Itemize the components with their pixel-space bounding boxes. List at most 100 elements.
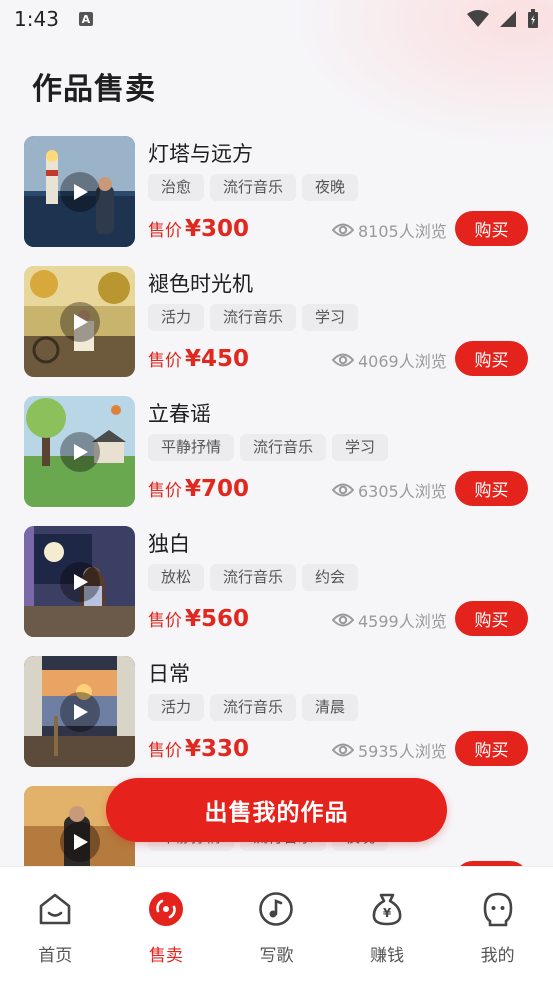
- tag: 活力: [148, 694, 205, 721]
- view-count: 4599人浏览: [332, 608, 447, 632]
- tag: 平静抒情: [148, 434, 235, 461]
- play-icon: [74, 833, 88, 850]
- eye-icon: [332, 483, 354, 497]
- view-count: 6305人浏览: [332, 478, 447, 502]
- list-item[interactable]: 灯塔与远方 治愈 流行音乐 夜晚 售价 ¥300 8105人浏览 购买: [0, 130, 553, 260]
- play-button[interactable]: [59, 691, 100, 732]
- tab-label: 我的: [480, 946, 515, 966]
- tab-label: 写歌: [259, 946, 294, 966]
- tab-home[interactable]: 首页: [0, 867, 111, 985]
- view-count-text: 6305人浏览: [358, 482, 447, 501]
- price-value: ¥700: [185, 476, 250, 502]
- notification-a-icon: A: [78, 12, 93, 26]
- view-count: 4069人浏览: [332, 348, 447, 372]
- tag: 流行音乐: [210, 174, 297, 201]
- play-icon: [74, 573, 88, 590]
- price-label: 售价: [148, 481, 182, 501]
- play-icon: [74, 443, 88, 460]
- cover-thumbnail[interactable]: [24, 526, 135, 637]
- item-title: 独白: [148, 532, 190, 556]
- tag-list: 治愈 流行音乐 夜晚: [148, 174, 359, 201]
- tag: 流行音乐: [210, 564, 297, 591]
- price-label: 售价: [148, 351, 182, 371]
- price: 售价 ¥560: [148, 606, 249, 632]
- price-value: ¥450: [185, 346, 250, 372]
- price: 售价 ¥330: [148, 736, 249, 762]
- play-button[interactable]: [59, 821, 100, 862]
- tag-list: 活力 流行音乐 学习: [148, 304, 359, 331]
- tab-profile[interactable]: 我的: [442, 867, 553, 985]
- eye-icon: [332, 613, 354, 627]
- tab-earn[interactable]: ¥ 赚钱: [332, 867, 443, 985]
- page-title: 作品售卖: [32, 72, 156, 107]
- tag: 约会: [302, 564, 359, 591]
- tag: 流行音乐: [240, 434, 327, 461]
- price: 售价 ¥450: [148, 346, 249, 372]
- play-button[interactable]: [59, 431, 100, 472]
- buy-button[interactable]: 购买: [455, 601, 528, 636]
- tag: 活力: [148, 304, 205, 331]
- eye-icon: [332, 353, 354, 367]
- view-count: 8105人浏览: [332, 218, 447, 242]
- price-label: 售价: [148, 611, 182, 631]
- money-bag-icon: ¥: [369, 891, 405, 927]
- buy-button[interactable]: 购买: [455, 341, 528, 376]
- price: 售价 ¥700: [148, 476, 249, 502]
- view-count-text: 8105人浏览: [358, 222, 447, 241]
- home-icon: [37, 891, 73, 927]
- item-title: 日常: [148, 662, 190, 686]
- tag: 清晨: [302, 694, 359, 721]
- play-button[interactable]: [59, 561, 100, 602]
- play-icon: [74, 183, 88, 200]
- buy-button[interactable]: 购买: [455, 471, 528, 506]
- music-note-icon: [258, 891, 294, 927]
- status-time: 1:43: [14, 7, 59, 31]
- play-button[interactable]: [59, 301, 100, 342]
- svg-text:¥: ¥: [383, 906, 392, 920]
- play-icon: [74, 313, 88, 330]
- play-icon: [74, 703, 88, 720]
- tab-label: 售卖: [148, 946, 183, 966]
- list-item[interactable]: 独白 放松 流行音乐 约会 售价 ¥560 4599人浏览 购买: [0, 520, 553, 650]
- battery-icon: [528, 9, 538, 28]
- view-count-text: 4069人浏览: [358, 352, 447, 371]
- tag: 夜晚: [302, 174, 359, 201]
- price: 售价 ¥300: [148, 216, 249, 242]
- tab-sell[interactable]: 售卖: [111, 867, 222, 985]
- cover-thumbnail[interactable]: [24, 266, 135, 377]
- buy-button[interactable]: 购买: [455, 211, 528, 246]
- cover-thumbnail[interactable]: [24, 656, 135, 767]
- item-title: 灯塔与远方: [148, 142, 253, 166]
- tag-list: 平静抒情 流行音乐 学习: [148, 434, 389, 461]
- tab-label: 首页: [38, 946, 73, 966]
- bottom-tab-bar: 首页 售卖 写歌 ¥ 赚钱 我的: [0, 866, 553, 985]
- list-item[interactable]: 立春谣 平静抒情 流行音乐 学习 售价 ¥700 6305人浏览 购买: [0, 390, 553, 520]
- tag: 流行音乐: [210, 694, 297, 721]
- view-count-text: 5935人浏览: [358, 742, 447, 761]
- sell-my-work-button[interactable]: 出售我的作品: [106, 778, 447, 842]
- tag: 治愈: [148, 174, 205, 201]
- price-value: ¥560: [185, 606, 250, 632]
- list-item[interactable]: 褪色时光机 活力 流行音乐 学习 售价 ¥450 4069人浏览 购买: [0, 260, 553, 390]
- item-title: 立春谣: [148, 402, 211, 426]
- signal-icon: [500, 11, 516, 27]
- cover-thumbnail[interactable]: [24, 136, 135, 247]
- view-count: 5935人浏览: [332, 738, 447, 762]
- price-value: ¥300: [185, 216, 250, 242]
- tag: 学习: [332, 434, 389, 461]
- tag-list: 放松 流行音乐 约会: [148, 564, 359, 591]
- eye-icon: [332, 743, 354, 757]
- buy-button[interactable]: 购买: [455, 731, 528, 766]
- tag: 放松: [148, 564, 205, 591]
- list-item[interactable]: 日常 活力 流行音乐 清晨 售价 ¥330 5935人浏览 购买: [0, 650, 553, 780]
- item-title: 褪色时光机: [148, 272, 253, 296]
- tab-label: 赚钱: [370, 946, 405, 966]
- record-icon: [148, 891, 184, 927]
- view-count-text: 4599人浏览: [358, 612, 447, 631]
- cover-thumbnail[interactable]: [24, 396, 135, 507]
- play-button[interactable]: [59, 171, 100, 212]
- tab-write-song[interactable]: 写歌: [221, 867, 332, 985]
- tag: 流行音乐: [210, 304, 297, 331]
- price-value: ¥330: [185, 736, 250, 762]
- profile-icon: [480, 891, 516, 927]
